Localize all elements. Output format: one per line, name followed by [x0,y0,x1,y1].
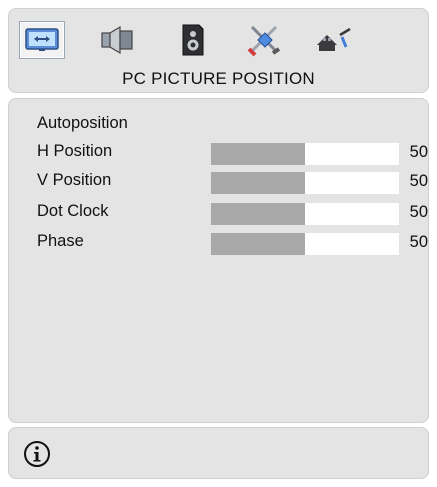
phase-slider[interactable] [211,233,399,255]
item-label: Phase [37,232,84,250]
menu-footer [8,427,429,479]
item-value: 50 [409,143,428,161]
h-position-slider[interactable] [211,143,399,165]
tab-sound[interactable] [94,21,140,59]
menu-item-v-position[interactable]: V Position 50 [9,168,430,196]
speaker-icon [182,24,204,56]
picture-icon [25,28,59,51]
item-value: 50 [409,172,428,190]
item-label: Dot Clock [37,202,109,220]
slider-fill [211,143,305,165]
item-label: H Position [37,142,113,160]
item-label: Autoposition [37,114,128,132]
tab-tools[interactable] [241,21,287,59]
v-position-slider[interactable] [211,172,399,194]
info-icon[interactable] [23,440,51,468]
menu-item-phase[interactable]: Phase 50 [9,229,430,257]
dot-clock-slider[interactable] [211,203,399,225]
install-icon [317,27,351,51]
item-label: V Position [37,171,112,189]
osd-menu: PC PICTURE POSITION Autoposition H Posit… [8,8,429,479]
tab-install[interactable] [311,21,357,59]
menu-item-dot-clock[interactable]: Dot Clock 50 [9,199,430,227]
tab-picture[interactable] [19,21,65,59]
menu-content: Autoposition H Position 50 V Position 50… [8,98,429,423]
menu-item-autoposition[interactable]: Autoposition [9,111,430,139]
tab-speaker[interactable] [169,21,215,59]
slider-fill [211,172,305,194]
menu-item-h-position[interactable]: H Position 50 [9,139,430,167]
sound-icon [101,25,133,55]
item-value: 50 [409,233,428,251]
slider-fill [211,233,305,255]
menu-header: PC PICTURE POSITION [8,8,429,93]
page-title: PC PICTURE POSITION [122,69,315,88]
tools-icon [247,25,281,57]
slider-fill [211,203,305,225]
item-value: 50 [409,203,428,221]
